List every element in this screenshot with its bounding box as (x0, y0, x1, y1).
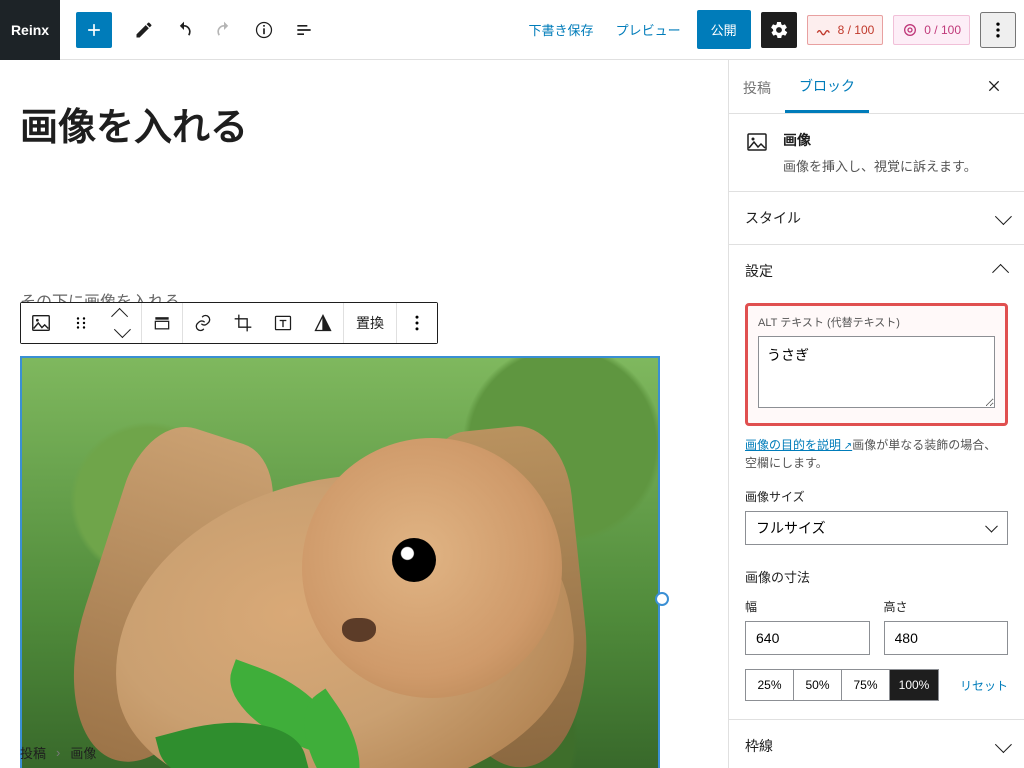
chevron-up-icon (992, 264, 1009, 281)
section-style-header[interactable]: スタイル (729, 192, 1024, 244)
breadcrumb: 投稿 › 画像 (20, 743, 96, 762)
height-label: 高さ (884, 598, 1009, 615)
alt-text-highlight: ALT テキスト (代替テキスト) うさぎ (745, 303, 1008, 426)
chevron-down-icon (995, 736, 1012, 753)
drag-icon (72, 314, 90, 332)
align-icon (152, 313, 172, 333)
undo-button[interactable] (166, 12, 202, 48)
external-link-icon: ↗ (841, 441, 852, 452)
pencil-icon (134, 20, 154, 40)
outline-icon (294, 20, 314, 40)
alt-text-input[interactable]: うさぎ (758, 336, 995, 408)
pct-50-button[interactable]: 50% (794, 670, 842, 700)
link-icon (193, 313, 213, 333)
topbar-left (60, 12, 523, 48)
percent-presets: 25% 50% 75% 100% (745, 669, 939, 701)
pct-75-button[interactable]: 75% (842, 670, 890, 700)
seo-analysis-badge[interactable]: 0 / 100 (893, 15, 970, 45)
text-overlay-button[interactable] (263, 303, 303, 343)
block-title: 画像 (783, 130, 977, 150)
breadcrumb-leaf[interactable]: 画像 (70, 743, 96, 762)
info-icon (254, 20, 274, 40)
crop-icon (233, 313, 253, 333)
breadcrumb-separator: › (56, 745, 60, 760)
image-size-select[interactable]: フルサイズ (745, 511, 1008, 545)
block-type-button[interactable] (21, 303, 61, 343)
section-settings-label: 設定 (745, 261, 773, 281)
text-on-image-icon (273, 313, 293, 333)
width-label: 幅 (745, 598, 870, 615)
redo-icon (214, 20, 234, 40)
image-block[interactable] (20, 356, 660, 768)
image-icon (30, 312, 52, 334)
close-icon (986, 78, 1002, 94)
tab-block[interactable]: ブロック (785, 60, 869, 113)
section-border-label: 枠線 (745, 736, 773, 756)
plus-icon (84, 20, 104, 40)
save-draft-button[interactable]: 下書き保存 (523, 14, 600, 45)
settings-sidebar: 投稿 ブロック 画像 画像を挿入し、視覚に訴えます。 スタイル 設定 (728, 60, 1024, 768)
breadcrumb-root[interactable]: 投稿 (20, 743, 46, 762)
preview-button[interactable]: プレビュー (610, 14, 687, 45)
post-title[interactable]: 画像を入れる (20, 96, 708, 151)
pct-25-button[interactable]: 25% (746, 670, 794, 700)
block-more-button[interactable] (397, 303, 437, 343)
seo-readability-badge[interactable]: 8 / 100 (807, 15, 884, 45)
section-style-label: スタイル (745, 208, 801, 228)
pct-100-button[interactable]: 100% (890, 670, 938, 700)
tab-post[interactable]: 投稿 (729, 62, 785, 112)
image-icon (745, 130, 769, 154)
document-info-button[interactable] (246, 12, 282, 48)
block-toolbar: 置換 (20, 302, 438, 344)
block-header: 画像 画像を挿入し、視覚に訴えます。 (729, 114, 1024, 191)
gear-icon (769, 20, 789, 40)
brand-logo[interactable]: Reinx (0, 0, 60, 60)
block-description: 画像を挿入し、視覚に訴えます。 (783, 156, 977, 175)
more-menu-button[interactable] (980, 12, 1016, 48)
alt-help-link[interactable]: 画像の目的を説明 ↗ (745, 438, 852, 452)
add-block-button[interactable] (76, 12, 112, 48)
image-size-label: 画像サイズ (745, 488, 1008, 505)
kebab-icon (988, 20, 1008, 40)
topbar-right: 下書き保存 プレビュー 公開 8 / 100 0 / 100 (523, 10, 1024, 49)
height-input[interactable] (884, 621, 1009, 655)
list-view-button[interactable] (286, 12, 322, 48)
image-content (22, 358, 658, 768)
duotone-icon (313, 313, 333, 333)
undo-icon (174, 20, 194, 40)
resize-handle[interactable] (655, 592, 669, 606)
reset-dimensions-button[interactable]: リセット (960, 677, 1008, 694)
width-input[interactable] (745, 621, 870, 655)
target-icon (902, 22, 918, 38)
chevron-down-icon (995, 208, 1012, 225)
crop-button[interactable] (223, 303, 263, 343)
alt-text-help: 画像の目的を説明 ↗画像が単なる装飾の場合、空欄にします。 (745, 436, 1008, 472)
kebab-icon (407, 313, 427, 333)
drag-handle-button[interactable] (61, 303, 101, 343)
wave-icon (816, 22, 832, 38)
settings-toggle-button[interactable] (761, 12, 797, 48)
dimensions-label: 画像の寸法 (745, 567, 1008, 586)
editor-canvas[interactable]: 画像を入れる その下に画像を入れる (0, 60, 728, 768)
chevron-down-icon (114, 321, 131, 338)
seo-readability-score: 8 / 100 (838, 23, 875, 37)
sidebar-tabs: 投稿 ブロック (729, 60, 1024, 114)
section-settings-header[interactable]: 設定 (729, 245, 1024, 297)
redo-button[interactable] (206, 12, 242, 48)
top-toolbar: Reinx 下書き保存 プレビュー 公開 8 / 100 (0, 0, 1024, 60)
publish-button[interactable]: 公開 (697, 10, 751, 49)
move-buttons[interactable] (101, 303, 141, 343)
seo-analysis-score: 0 / 100 (924, 23, 961, 37)
align-button[interactable] (142, 303, 182, 343)
replace-button[interactable]: 置換 (344, 303, 396, 343)
alt-text-label: ALT テキスト (代替テキスト) (758, 314, 995, 330)
duotone-button[interactable] (303, 303, 343, 343)
close-sidebar-button[interactable] (986, 70, 1018, 102)
edit-mode-button[interactable] (126, 12, 162, 48)
link-button[interactable] (183, 303, 223, 343)
section-border-header[interactable]: 枠線 (729, 720, 1024, 768)
